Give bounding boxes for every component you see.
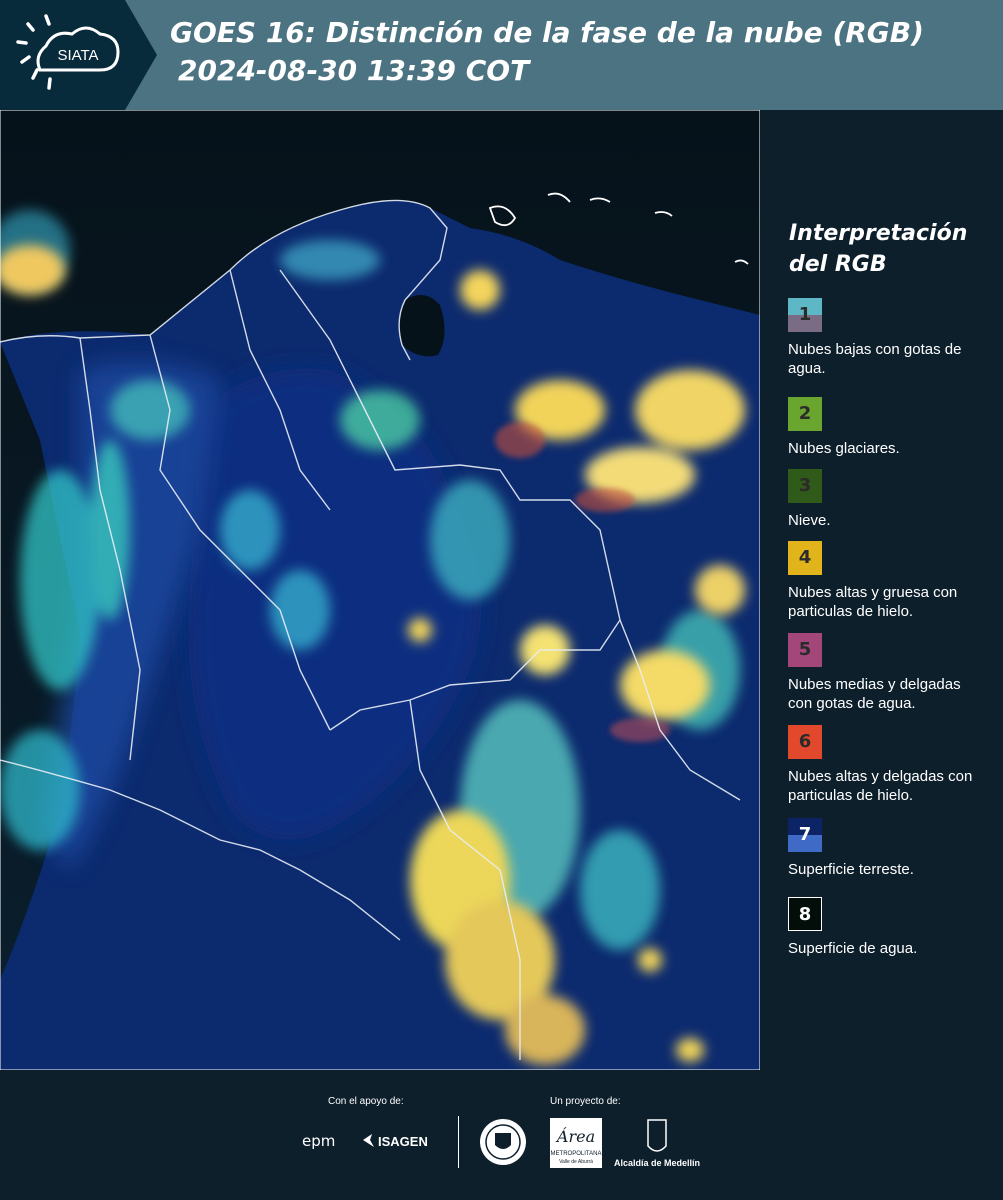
svg-text:ISAGEN: ISAGEN	[378, 1134, 428, 1149]
legend-item-5: 5 Nubes medias y delgadas con gotas de ag…	[788, 633, 988, 713]
project-label: Un proyecto de:	[550, 1096, 621, 1107]
legend-number: 2	[798, 403, 812, 424]
legend-label: Nubes altas y delgadas con particulas de…	[788, 768, 973, 804]
legend-number: 4	[798, 547, 812, 568]
svg-text:epm: epm	[302, 1132, 335, 1150]
legend-swatch: 3	[788, 469, 822, 503]
legend-label: Superficie de agua.	[788, 940, 918, 957]
area-metropolitana-logo: Área METROPOLITANA Valle de Aburrá	[550, 1118, 602, 1168]
legend-label: Nieve.	[788, 512, 831, 529]
legend-label: Nubes medias y delgadas con gotas de agu…	[788, 676, 961, 712]
header-bar: SIATA GOES 16: Distinción de la fase de …	[0, 0, 1003, 110]
legend-swatch: 5	[788, 633, 822, 667]
svg-text:Alcaldía de Medellín: Alcaldía de Medellín	[614, 1158, 700, 1168]
legend-swatch: 7	[788, 818, 822, 852]
svg-text:Valle de Aburrá: Valle de Aburrá	[559, 1159, 593, 1165]
legend-number: 7	[798, 824, 812, 845]
legend-swatch: 4	[788, 541, 822, 575]
legend-swatch: 2	[788, 397, 822, 431]
svg-text:METROPOLITANA: METROPOLITANA	[551, 1151, 602, 1157]
legend-number: 1	[798, 304, 812, 325]
legend-number: 6	[798, 731, 812, 752]
legend-swatch: 1	[788, 298, 822, 332]
legend-number: 8	[798, 904, 812, 925]
footer-separator	[458, 1116, 459, 1168]
legend-swatch: 8	[788, 897, 822, 931]
siata-logo-panel: SIATA	[0, 0, 157, 110]
alcaldia-logo: Alcaldía de Medellín	[614, 1119, 700, 1168]
legend-item-7: 7 Superficie terreste.	[788, 818, 988, 879]
legend-item-4: 4 Nubes altas y gruesa con particulas de …	[788, 541, 988, 621]
legend-title-line-1: Interpretación	[789, 221, 968, 246]
page-title: GOES 16: Distinción de la fase de la nub…	[170, 14, 924, 90]
legend-label: Nubes altas y gruesa con particulas de h…	[788, 584, 958, 620]
medellin-seal-icon	[480, 1119, 526, 1165]
legend-item-3: 3 Nieve.	[788, 469, 988, 530]
satellite-map-svg	[0, 110, 760, 1070]
legend-number: 3	[798, 475, 812, 496]
legend-item-2: 2 Nubes glaciares.	[788, 397, 988, 458]
satellite-image	[0, 110, 760, 1070]
legend-number: 5	[798, 639, 812, 660]
legend-item-8: 8 Superficie de agua.	[788, 897, 988, 958]
legend-label: Nubes bajas con gotas de agua.	[788, 341, 962, 377]
legend-item-6: 6 Nubes altas y delgadas con particulas d…	[788, 725, 988, 805]
legend-item-1: 1 Nubes bajas con gotas de agua.	[788, 298, 988, 378]
footer: Con el apoyo de: Un proyecto de: epm ISA…	[0, 1070, 1003, 1200]
rgb-legend: Interpretación del RGB 1 Nubes bajas con …	[776, 110, 1003, 1070]
siata-logo-text: SIATA	[57, 47, 98, 64]
legend-title: Interpretación del RGB	[789, 218, 967, 280]
title-line-2: 2024-08-30 13:39 COT	[178, 54, 530, 87]
title-line-1: GOES 16: Distinción de la fase de la nub…	[170, 16, 924, 49]
legend-label: Nubes glaciares.	[788, 440, 900, 457]
lake-maracaibo	[399, 295, 445, 357]
legend-swatch: 6	[788, 725, 822, 759]
support-label: Con el apoyo de:	[328, 1096, 404, 1107]
svg-text:Área: Área	[555, 1126, 595, 1146]
legend-label: Superficie terreste.	[788, 861, 914, 878]
epm-logo: epm	[302, 1132, 335, 1150]
legend-title-line-2: del RGB	[789, 252, 887, 277]
isagen-logo: ISAGEN	[363, 1134, 428, 1149]
